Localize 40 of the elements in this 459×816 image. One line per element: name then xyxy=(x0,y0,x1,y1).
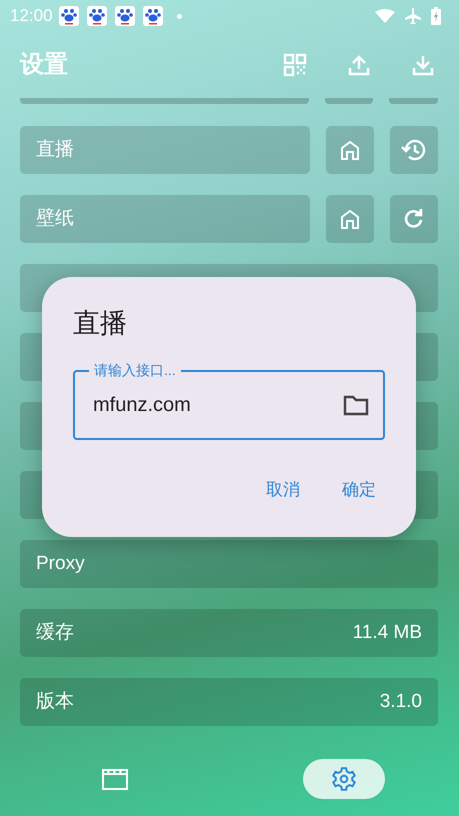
field-value: mfunz.com xyxy=(93,393,191,418)
airplane-icon xyxy=(405,8,421,24)
settings-row[interactable]: 缓存 11.4 MB xyxy=(20,609,438,657)
settings-row[interactable]: 壁纸 xyxy=(20,195,310,243)
settings-icon xyxy=(331,766,358,792)
dialog-button[interactable]: 取消 xyxy=(266,477,300,502)
list-row-background xyxy=(325,98,373,104)
icon-button[interactable] xyxy=(390,126,438,174)
settings-row[interactable]: 直播 xyxy=(20,126,310,174)
icon-button[interactable] xyxy=(326,126,374,174)
status-time: 12:00 xyxy=(10,5,53,28)
home-icon xyxy=(339,208,361,230)
row-label: 版本 xyxy=(36,690,74,714)
battery-icon xyxy=(431,7,441,25)
qr-code-icon[interactable] xyxy=(281,51,309,79)
icon-button[interactable] xyxy=(326,195,374,243)
paw-icon xyxy=(114,6,135,26)
paw-icon xyxy=(86,6,107,26)
row-label: 缓存 xyxy=(36,620,74,645)
home-icon xyxy=(339,139,361,161)
clapperboard-icon xyxy=(102,768,128,790)
paw-icon xyxy=(142,6,163,26)
row-label: Proxy xyxy=(36,552,85,576)
list-row-background xyxy=(389,98,438,104)
history-icon xyxy=(401,138,427,162)
page-title: 设置 xyxy=(20,50,68,80)
nav-tab[interactable] xyxy=(303,759,386,799)
icon-button[interactable] xyxy=(390,195,438,243)
row-label: 壁纸 xyxy=(36,206,74,231)
field-label: 请输入接口... xyxy=(89,360,181,380)
row-value: 3.1.0 xyxy=(380,690,422,714)
dialog-title: 直播 xyxy=(73,307,127,340)
dialog-button[interactable]: 确定 xyxy=(342,477,376,502)
settings-row[interactable]: 版本 3.1.0 xyxy=(20,678,438,726)
paw-icon xyxy=(58,6,79,26)
row-label: 直播 xyxy=(36,138,74,162)
row-value: 11.4 MB xyxy=(352,620,422,645)
settings-row[interactable]: Proxy xyxy=(20,540,438,588)
folder-icon[interactable] xyxy=(343,394,369,416)
wifi-icon xyxy=(375,9,395,23)
